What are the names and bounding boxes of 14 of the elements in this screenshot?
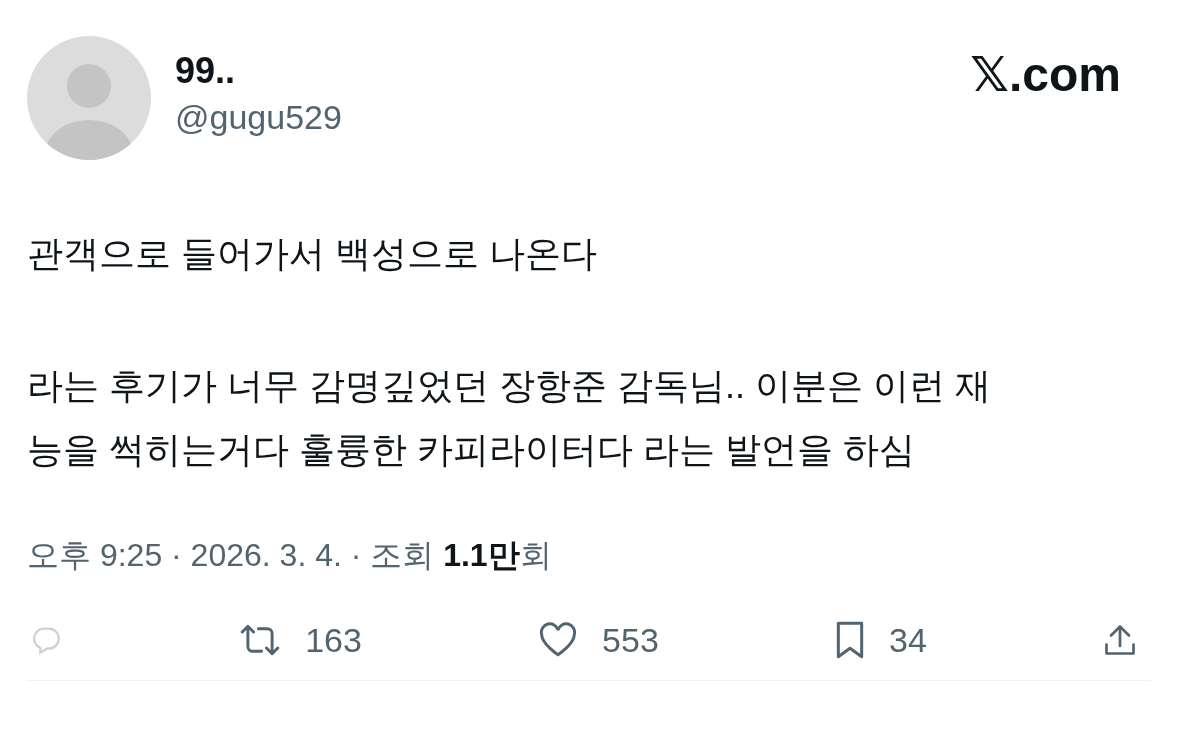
post-meta: 오후 9:25 · 2026. 3. 4. · 조회 1.1만회 (27, 536, 553, 575)
repost-button[interactable]: 163 (239, 620, 362, 660)
author-handle: @gugu529 (175, 98, 342, 137)
like-button[interactable]: 553 (538, 620, 659, 660)
share-icon (1103, 622, 1137, 658)
repost-icon (239, 622, 282, 658)
bookmark-button[interactable]: 34 (835, 620, 927, 660)
heart-icon (538, 622, 579, 658)
post-text: 관객으로 들어가서 백성으로 나온다 (27, 232, 598, 276)
site-logo: 𝕏.com (970, 47, 1121, 102)
author-name: 99.. (175, 50, 237, 92)
bookmark-icon (835, 620, 865, 660)
post-text: 라는 후기가 너무 감명깊었던 장항준 감독님.. 이분은 이런 재 능을 썩히는거다 훌륭한 카피라이터다 라는 발언을 하심 (27, 364, 993, 472)
share-button[interactable] (1103, 622, 1137, 658)
